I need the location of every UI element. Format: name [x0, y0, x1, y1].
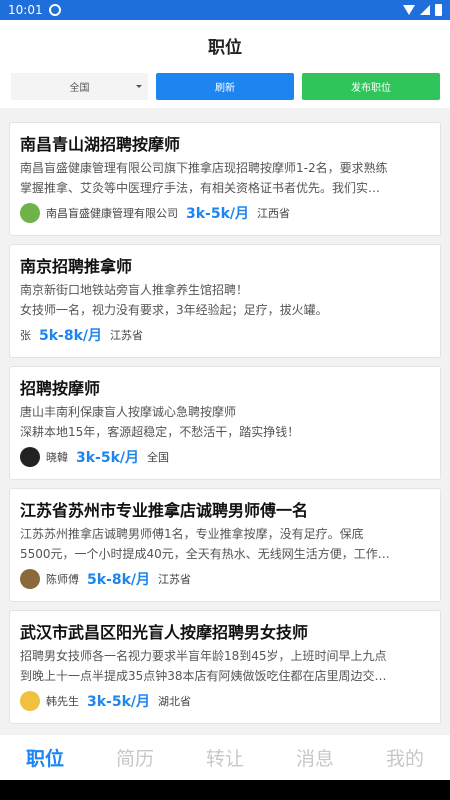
- region: 江苏省: [158, 573, 192, 586]
- job-meta: 南昌盲盛健康管理有限公司 3k-5k/月 江西省: [20, 199, 430, 227]
- status-bar: 10:01: [0, 0, 450, 20]
- job-title: 南京招聘推拿师: [20, 257, 133, 276]
- avatar: [20, 447, 40, 467]
- bottom-tab-bar: 职位 简历 转让 消息 我的: [0, 734, 450, 780]
- region-filter-value: 全国: [69, 83, 90, 94]
- company-name: 晓韓: [46, 451, 68, 464]
- job-card[interactable]: 招聘按摩师 唐山丰南利保康盲人按摩诚心急聘按摩师 深耕本地15年，客源超稳定，不…: [9, 366, 441, 480]
- tab-transfer[interactable]: 转让: [180, 735, 270, 780]
- chevron-down-icon: [136, 85, 142, 88]
- battery-icon: [435, 4, 442, 16]
- job-meta: 陈师傅 5k-8k/月 江苏省: [20, 565, 430, 593]
- tab-resume[interactable]: 简历: [90, 735, 180, 780]
- salary: 3k-5k/月: [87, 694, 151, 710]
- region-filter-select[interactable]: 全国: [11, 73, 148, 100]
- system-nav-bar: [0, 780, 450, 800]
- salary: 5k-8k/月: [39, 328, 103, 344]
- post-job-button[interactable]: 发布职位: [302, 73, 440, 100]
- job-list[interactable]: 南昌青山湖招聘按摩师 南昌盲盛健康管理有限公司旗下推拿店现招聘按摩师1-2名，要…: [0, 108, 450, 734]
- tab-profile[interactable]: 我的: [360, 735, 450, 780]
- wifi-icon: [403, 5, 415, 15]
- region: 湖北省: [158, 695, 192, 708]
- avatar: [20, 203, 40, 223]
- avatar: [20, 691, 40, 711]
- tab-jobs[interactable]: 职位: [0, 735, 90, 780]
- company-name: 张: [20, 329, 31, 342]
- company-name: 南昌盲盛健康管理有限公司: [46, 207, 178, 220]
- toolbar: 全国 刷新 发布职位: [0, 70, 450, 108]
- job-description-line: 南京新街口地铁站旁盲人推拿养生馆招聘！: [20, 283, 249, 297]
- job-description-line: 南昌盲盛健康管理有限公司旗下推拿店现招聘按摩师1-2名，要求熟练: [20, 161, 388, 175]
- job-description-line: 招聘男女技师各一名视力要求半盲年龄18到45岁，上班时间早上九点: [20, 649, 387, 663]
- job-meta: 晓韓 3k-5k/月 全国: [20, 443, 430, 471]
- job-meta: 张 5k-8k/月 江苏省: [20, 321, 430, 349]
- company-name: 韩先生: [46, 695, 79, 708]
- page-title: 职位: [208, 37, 242, 58]
- job-description-line: 到晚上十一点半提成35点钟38本店有阿姨做饭吃住都在店里周边交…: [20, 669, 387, 683]
- status-time: 10:01: [8, 3, 43, 17]
- company-name: 陈师傅: [46, 573, 79, 586]
- job-meta: 韩先生 3k-5k/月 湖北省: [20, 687, 430, 715]
- signal-icon: [420, 5, 430, 15]
- job-card[interactable]: 武汉市武昌区阳光盲人按摩招聘男女技师 招聘男女技师各一名视力要求半盲年龄18到4…: [9, 610, 441, 724]
- region: 全国: [147, 451, 170, 464]
- job-title: 武汉市武昌区阳光盲人按摩招聘男女技师: [20, 623, 309, 642]
- notification-icon: [48, 4, 61, 16]
- job-title: 南昌青山湖招聘按摩师: [20, 135, 181, 154]
- region: 江苏省: [110, 329, 144, 342]
- job-description-line: 5500元，一个小时提成40元，全天有热水、无线网生活方便，工作…: [20, 547, 390, 561]
- job-description-line: 女技师一名，视力没有要求，3年经验起；足疗，拔火罐。: [20, 303, 328, 317]
- salary: 5k-8k/月: [87, 572, 151, 588]
- salary: 3k-5k/月: [186, 206, 250, 222]
- job-title: 招聘按摩师: [20, 379, 101, 398]
- job-description-line: 深耕本地15年，客源超稳定，不愁活干，踏实挣钱！: [20, 425, 300, 439]
- avatar: [20, 569, 40, 589]
- job-description-line: 唐山丰南利保康盲人按摩诚心急聘按摩师: [20, 405, 237, 419]
- job-card[interactable]: 南京招聘推拿师 南京新街口地铁站旁盲人推拿养生馆招聘！ 女技师一名，视力没有要求…: [9, 244, 441, 358]
- job-card[interactable]: 江苏省苏州市专业推拿店诚聘男师傅一名 江苏苏州推拿店诚聘男师傅1名，专业推拿按摩…: [9, 488, 441, 602]
- job-card[interactable]: 南昌青山湖招聘按摩师 南昌盲盛健康管理有限公司旗下推拿店现招聘按摩师1-2名，要…: [9, 122, 441, 236]
- region: 江西省: [257, 207, 291, 220]
- job-title: 江苏省苏州市专业推拿店诚聘男师傅一名: [20, 501, 309, 520]
- job-description-line: 掌握推拿、艾灸等中医理疗手法，有相关资格证书者优先。我们实…: [20, 181, 381, 195]
- job-description-line: 江苏苏州推拿店诚聘男师傅1名，专业推拿按摩，没有足疗。保底: [20, 527, 364, 541]
- refresh-button[interactable]: 刷新: [156, 73, 294, 100]
- salary: 3k-5k/月: [76, 450, 140, 466]
- header: 职位: [0, 20, 450, 70]
- tab-messages[interactable]: 消息: [270, 735, 360, 780]
